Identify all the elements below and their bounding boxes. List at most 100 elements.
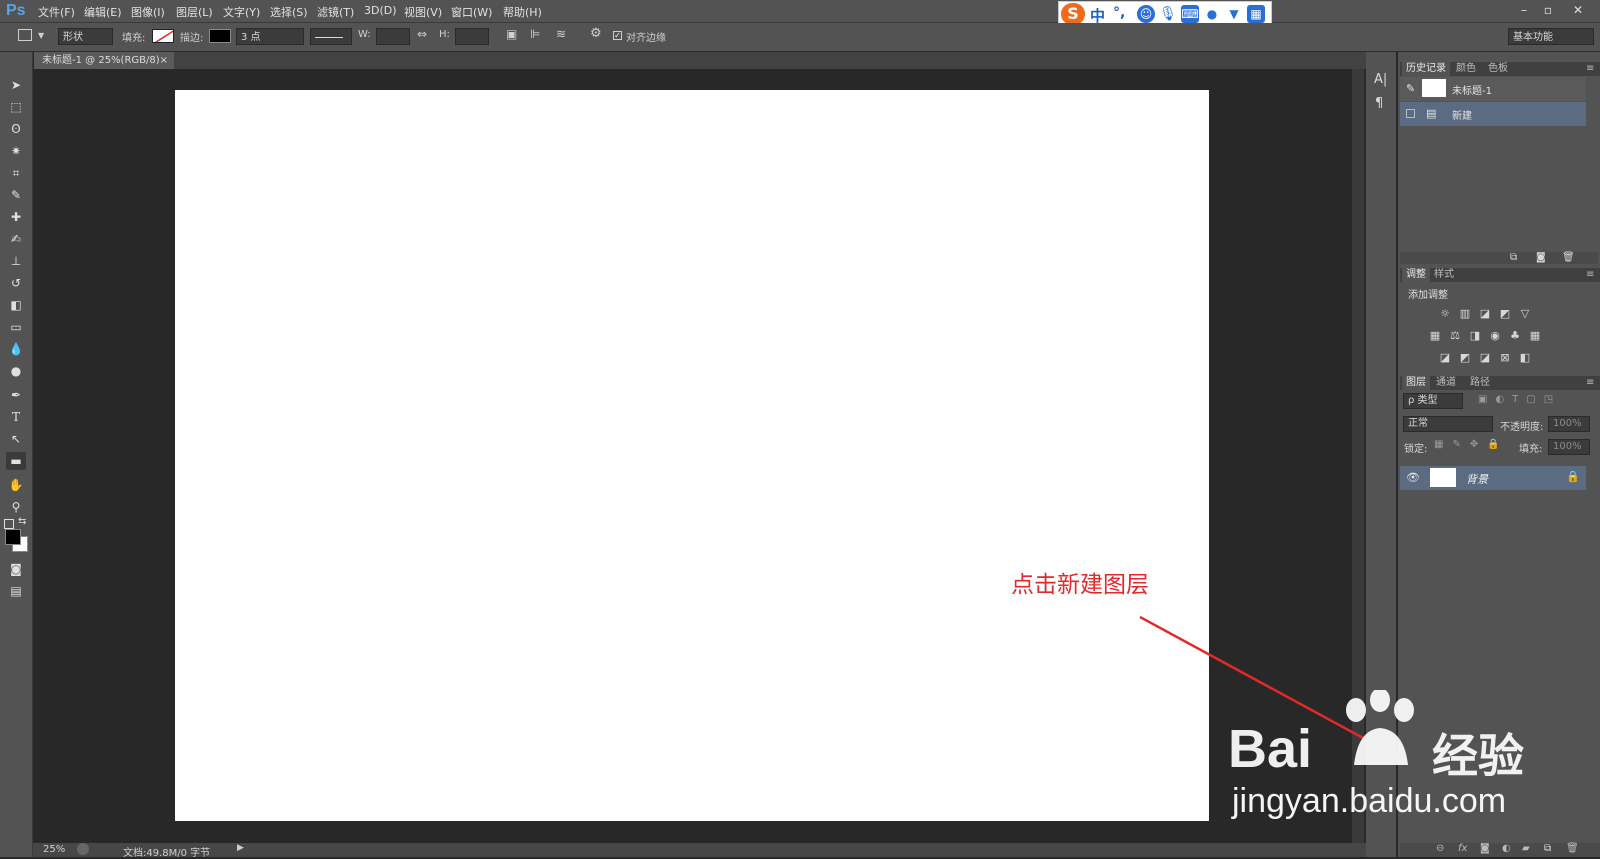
eraser-tool-icon[interactable]: ◧ bbox=[6, 296, 26, 314]
align-edges-checkbox[interactable]: ✓ bbox=[613, 31, 622, 40]
close-button[interactable]: ✕ bbox=[1568, 2, 1588, 18]
zoom-level[interactable]: 25% bbox=[43, 844, 65, 855]
status-info-icon[interactable] bbox=[77, 843, 89, 855]
fx-icon[interactable]: fx bbox=[1458, 843, 1467, 854]
tab-channels[interactable]: 通道 bbox=[1432, 376, 1460, 390]
width-input[interactable] bbox=[376, 28, 410, 45]
lasso-tool-icon[interactable]: ʘ bbox=[6, 120, 26, 138]
adjustment-layer-icon[interactable]: ◐ bbox=[1502, 843, 1511, 854]
hand-tool-icon[interactable]: ✋ bbox=[6, 476, 26, 494]
threshold-icon[interactable]: ◪ bbox=[1478, 352, 1492, 364]
menu-view[interactable]: 视图(V) bbox=[404, 4, 442, 20]
close-tab-icon[interactable]: × bbox=[160, 52, 168, 69]
eyedropper-tool-icon[interactable]: ✎ bbox=[6, 186, 26, 204]
trash-icon[interactable]: 🗑 bbox=[1566, 843, 1579, 854]
invert-icon[interactable]: ◪ bbox=[1438, 352, 1452, 364]
tab-styles[interactable]: 样式 bbox=[1430, 268, 1458, 282]
blur-tool-icon[interactable]: 💧 bbox=[6, 340, 26, 358]
rectangle-tool-icon[interactable]: ▬ bbox=[6, 452, 26, 470]
lock-icons[interactable]: ▦✎✥🔒 bbox=[1434, 439, 1509, 450]
height-input[interactable] bbox=[455, 28, 489, 45]
fill-input[interactable]: 100% bbox=[1548, 439, 1590, 455]
path-arrangement-icon[interactable]: ≋ bbox=[556, 27, 566, 41]
menu-edit[interactable]: 编辑(E) bbox=[84, 4, 122, 20]
screen-mode-icon[interactable]: ▤ bbox=[6, 582, 26, 600]
swap-colors-icon[interactable]: ⇆ bbox=[18, 516, 26, 527]
stroke-type-select[interactable] bbox=[310, 28, 352, 45]
keyboard-icon[interactable]: ⌨ bbox=[1181, 5, 1199, 23]
magic-wand-tool-icon[interactable]: ✷ bbox=[6, 142, 26, 160]
layer-filter-select[interactable]: ρ 类型 bbox=[1403, 393, 1463, 409]
dodge-tool-icon[interactable]: ● bbox=[6, 362, 26, 380]
levels-icon[interactable]: ▥ bbox=[1458, 308, 1472, 320]
default-colors-icon[interactable] bbox=[4, 519, 14, 529]
character-panel-icon[interactable]: A| bbox=[1374, 72, 1387, 87]
folder-icon[interactable]: ▰ bbox=[1522, 843, 1530, 854]
posterize-icon[interactable]: ◩ bbox=[1458, 352, 1472, 364]
pen-tool-icon[interactable]: ✒ bbox=[6, 386, 26, 404]
sogou-logo-icon[interactable]: S bbox=[1061, 3, 1085, 25]
menu-filter[interactable]: 滤镜(T) bbox=[317, 4, 354, 20]
document-tab[interactable]: 未标题-1 @ 25%(RGB/8) × bbox=[34, 52, 174, 69]
history-checkbox[interactable] bbox=[1406, 109, 1415, 118]
new-document-from-state-icon[interactable]: ⧉ bbox=[1510, 252, 1517, 263]
menu-3d[interactable]: 3D(D) bbox=[364, 4, 397, 20]
grid-icon[interactable]: ▦ bbox=[1247, 5, 1265, 23]
exposure-icon[interactable]: ◩ bbox=[1498, 308, 1512, 320]
color-balance-icon[interactable]: ⚖ bbox=[1448, 330, 1462, 342]
tab-history[interactable]: 历史记录 bbox=[1402, 62, 1450, 76]
layer-row[interactable]: 👁 背景 🔒 bbox=[1400, 466, 1586, 490]
history-snapshot[interactable]: ✎ 未标题-1 bbox=[1400, 77, 1586, 101]
layer-filter-icons[interactable]: ▣◐T▢◳ bbox=[1478, 394, 1561, 405]
workspace-select[interactable]: 基本功能 bbox=[1508, 28, 1594, 45]
healing-brush-tool-icon[interactable]: ✚ bbox=[6, 208, 26, 226]
gradient-tool-icon[interactable]: ▭ bbox=[6, 318, 26, 336]
opacity-input[interactable]: 100% bbox=[1548, 416, 1590, 432]
tab-swatches[interactable]: 色板 bbox=[1484, 62, 1512, 76]
paragraph-panel-icon[interactable]: ¶ bbox=[1375, 96, 1383, 111]
stroke-swatch[interactable] bbox=[209, 29, 231, 43]
selective-color-icon[interactable]: ⊠ bbox=[1498, 352, 1512, 364]
foreground-color-swatch[interactable] bbox=[5, 529, 21, 545]
tab-paths[interactable]: 路径 bbox=[1466, 376, 1494, 390]
eye-icon[interactable]: 👁 bbox=[1406, 471, 1420, 484]
tab-color[interactable]: 颜色 bbox=[1452, 62, 1480, 76]
menu-image[interactable]: 图像(I) bbox=[131, 4, 165, 20]
tab-layers[interactable]: 图层 bbox=[1402, 376, 1430, 390]
tab-adjustments[interactable]: 调整 bbox=[1402, 268, 1430, 282]
minimize-button[interactable]: – bbox=[1514, 2, 1534, 18]
mode-select[interactable]: 形状 bbox=[58, 28, 113, 45]
clone-stamp-tool-icon[interactable]: ⊥ bbox=[6, 252, 26, 270]
brightness-icon[interactable]: ☼ bbox=[1438, 308, 1452, 320]
crop-tool-icon[interactable]: ⌗ bbox=[6, 164, 26, 182]
microphone-icon[interactable]: 🎙 bbox=[1159, 5, 1177, 23]
menu-file[interactable]: 文件(F) bbox=[38, 4, 75, 20]
panel-menu-icon[interactable]: ≡ bbox=[1582, 268, 1598, 282]
marquee-tool-icon[interactable]: ⬚ bbox=[6, 98, 26, 116]
menu-help[interactable]: 帮助(H) bbox=[503, 4, 542, 20]
channel-mixer-icon[interactable]: ♣ bbox=[1508, 330, 1522, 342]
trash-icon[interactable]: 🗑 bbox=[1562, 252, 1575, 263]
smiley-icon[interactable]: ☺ bbox=[1137, 5, 1155, 23]
camera-icon[interactable]: ◙ bbox=[1536, 252, 1546, 263]
quick-mask-icon[interactable]: ◙ bbox=[6, 560, 26, 578]
blend-mode-select[interactable]: 正常 bbox=[1403, 416, 1493, 432]
chevron-down-icon[interactable]: ▼ bbox=[38, 31, 44, 40]
path-selection-tool-icon[interactable]: ↖ bbox=[6, 430, 26, 448]
link-layers-icon[interactable]: ⊝ bbox=[1436, 843, 1444, 854]
curves-icon[interactable]: ◪ bbox=[1478, 308, 1492, 320]
photo-filter-icon[interactable]: ◉ bbox=[1488, 330, 1502, 342]
menu-type[interactable]: 文字(Y) bbox=[223, 4, 260, 20]
document-canvas[interactable] bbox=[175, 90, 1209, 821]
vibrance-icon[interactable]: ▽ bbox=[1518, 308, 1532, 320]
stroke-size-select[interactable]: 3 点 bbox=[236, 28, 304, 45]
shirt-icon[interactable]: ▼ bbox=[1225, 5, 1243, 23]
gear-icon[interactable]: ⚙ bbox=[590, 26, 602, 41]
layer-mask-icon[interactable]: ◙ bbox=[1480, 843, 1490, 854]
history-item[interactable]: ▤ 新建 bbox=[1400, 102, 1586, 126]
user-icon[interactable]: ● bbox=[1203, 5, 1221, 23]
ime-punct-toggle[interactable]: °, bbox=[1113, 5, 1125, 21]
new-layer-icon[interactable]: ⧉ bbox=[1544, 843, 1551, 854]
type-tool-icon[interactable]: T bbox=[6, 408, 26, 426]
restore-button[interactable]: ▫ bbox=[1538, 2, 1558, 18]
